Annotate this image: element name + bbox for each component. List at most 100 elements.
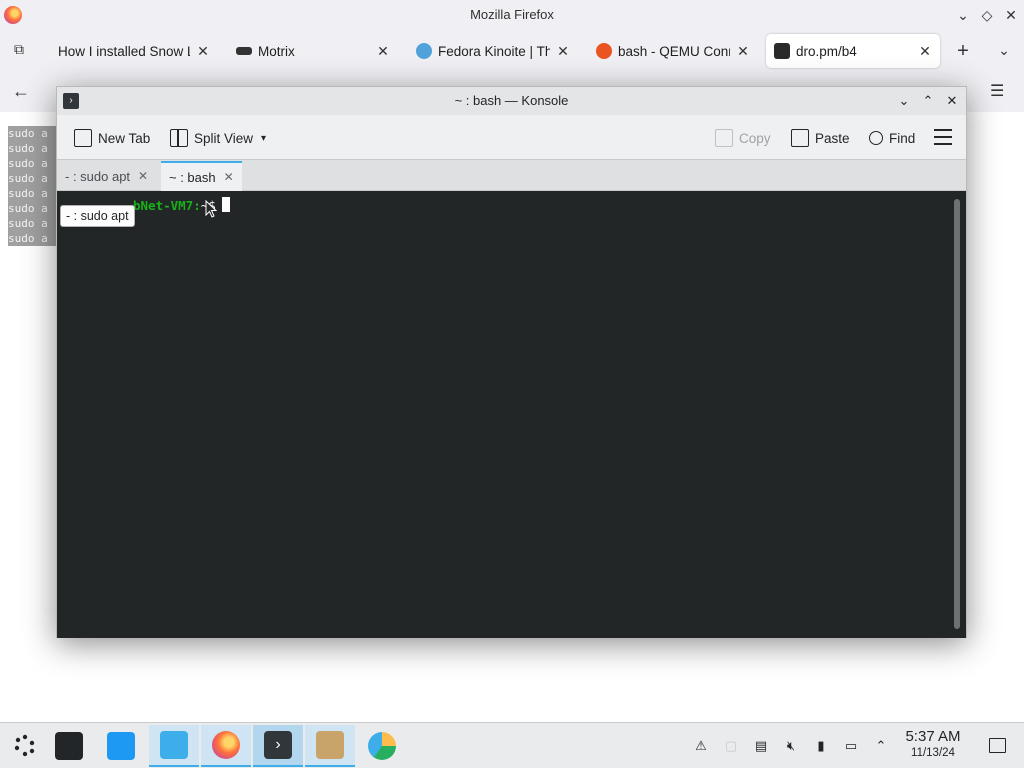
drop-icon [774, 43, 790, 59]
minimize-icon[interactable]: ⌄ [896, 87, 912, 115]
window-title: ~ : bash — Konsole [454, 93, 569, 108]
code-block: sudo a sudo a sudo a sudo a sudo a sudo … [8, 126, 56, 246]
copy-button[interactable]: Copy [715, 127, 771, 149]
browser-tab[interactable]: How I installed Snow L ✕ [50, 34, 218, 68]
konsole-tabbar: - : sudo apt ✕ ~ : bash ✕ [57, 159, 966, 191]
browser-tab[interactable]: Motrix ✕ [228, 34, 398, 68]
code-line: sudo a [8, 232, 48, 245]
tab-label: Motrix [258, 43, 295, 59]
task-dolphin[interactable] [149, 725, 199, 767]
close-tab-icon[interactable]: ✕ [196, 43, 210, 60]
task-ark[interactable] [305, 725, 355, 767]
close-tab-icon[interactable]: ✕ [918, 43, 932, 60]
close-icon[interactable]: ✕ [1004, 0, 1018, 30]
code-line: sudo a [8, 157, 48, 170]
task-filelight[interactable] [357, 725, 407, 767]
firefox-tabbar: ⧉ How I installed Snow L ✕ Motrix ✕ Fedo… [0, 30, 1024, 70]
maximize-icon[interactable]: ◇ [980, 0, 994, 30]
new-tab-button[interactable]: New Tab [74, 127, 150, 149]
clipboard-history-icon[interactable]: ▤ [753, 738, 769, 754]
terminal-tab-active[interactable]: ~ : bash ✕ [161, 161, 242, 191]
askubuntu-icon [596, 43, 612, 59]
app-launcher-button[interactable] [0, 725, 50, 767]
show-desktop-icon[interactable] [989, 738, 1006, 753]
back-icon[interactable]: ← [12, 81, 30, 102]
konsole-icon: › [63, 93, 79, 109]
chevron-up-icon[interactable]: ⌃ [873, 738, 889, 754]
clock-time: 5:37 AM [905, 728, 961, 745]
close-icon[interactable]: ✕ [944, 87, 960, 115]
chevron-down-icon[interactable]: ▾ [261, 133, 266, 144]
mouse-pointer-icon [205, 200, 217, 218]
digital-clock[interactable]: 5:37 AM 11/13/24 [898, 728, 968, 760]
minimize-icon[interactable]: ⌄ [956, 0, 970, 30]
maximize-icon[interactable]: ⌃ [920, 87, 936, 115]
hamburger-menu-icon[interactable] [934, 129, 952, 145]
volume-muted-icon[interactable]: 🔇︎ [783, 738, 799, 754]
tab-label: How I installed Snow L [58, 43, 190, 59]
task-system-settings[interactable] [44, 725, 94, 767]
notifications-icon[interactable]: ⚠ [693, 738, 709, 754]
split-view-button[interactable]: Split View ▾ [170, 127, 266, 149]
search-icon [869, 131, 883, 145]
chevron-down-icon[interactable]: ⌄ [994, 42, 1014, 59]
filelight-icon [368, 732, 396, 760]
new-tab-icon[interactable]: + [952, 41, 974, 61]
split-view-icon [170, 129, 188, 147]
konsole-icon: › [264, 731, 292, 759]
new-tab-label: New Tab [98, 130, 151, 146]
list-all-tabs-icon[interactable]: ⧉ [10, 41, 28, 59]
browser-tab-active[interactable]: dro.pm/b4 ✕ [766, 34, 940, 68]
clipboard-icon[interactable]: ▢ [723, 738, 739, 754]
task-discover[interactable] [96, 725, 146, 767]
terminal-tab-label: - : sudo apt [65, 168, 131, 184]
code-line: sudo a [8, 202, 48, 215]
browser-tab[interactable]: Fedora Kinoite | Th ✕ [408, 34, 578, 68]
copy-label: Copy [739, 130, 771, 146]
tab-tooltip: - : sudo apt [60, 205, 135, 227]
terminal-tab[interactable]: - : sudo apt ✕ [57, 161, 156, 191]
code-line: sudo a [8, 172, 48, 185]
clock-date: 11/13/24 [911, 747, 955, 759]
close-tab-icon[interactable]: ✕ [376, 43, 390, 60]
close-tab-icon[interactable]: ✕ [736, 43, 750, 60]
konsole-toolbar: New Tab Split View ▾ Copy Paste Find [57, 115, 966, 159]
task-konsole[interactable]: › [253, 725, 303, 767]
task-firefox[interactable] [201, 725, 251, 767]
close-tab-icon[interactable]: ✕ [224, 170, 234, 184]
paste-button[interactable]: Paste [791, 127, 850, 149]
copy-icon [715, 129, 733, 147]
prompt-host: bNet-VM7: [133, 198, 201, 213]
konsole-window: › ~ : bash — Konsole ⌄ ⌃ ✕ New Tab Split… [56, 86, 967, 638]
text-cursor [221, 197, 230, 212]
folder-icon [160, 731, 188, 759]
code-line: sudo a [8, 187, 48, 200]
launcher-icon [14, 734, 35, 757]
discover-icon [107, 732, 135, 760]
new-tab-icon [74, 129, 92, 147]
fedora-icon [416, 43, 432, 59]
tab-label: Fedora Kinoite | Th [438, 43, 550, 59]
firefox-titlebar: Mozilla Firefox ⌄ ◇ ✕ [0, 0, 1024, 30]
taskbar: › ⚠ ▢ ▤ 🔇︎ ▮ ▭ ⌃ 5:37 AM 11/13/24 [0, 722, 1024, 768]
firefox-icon [4, 6, 22, 24]
motrix-icon [236, 47, 252, 55]
terminal-tab-label: ~ : bash [169, 169, 216, 185]
close-tab-icon[interactable]: ✕ [138, 169, 148, 183]
browser-tab[interactable]: bash - QEMU Conn ✕ [588, 34, 758, 68]
close-tab-icon[interactable]: ✕ [556, 43, 570, 60]
paste-label: Paste [815, 130, 850, 146]
find-label: Find [889, 130, 916, 146]
package-icon [316, 731, 344, 759]
tab-label: dro.pm/b4 [796, 43, 857, 59]
find-button[interactable]: Find [869, 127, 915, 149]
menu-icon[interactable]: ☰ [990, 81, 1004, 101]
usb-device-icon[interactable]: ▮ [813, 738, 829, 754]
terminal-area[interactable]: bNet-VM7:~$ - : sudo apt [57, 191, 966, 638]
network-icon[interactable]: ▭ [843, 738, 859, 754]
tab-label: bash - QEMU Conn [618, 43, 730, 59]
scrollbar[interactable] [954, 199, 960, 629]
firefox-icon [212, 731, 240, 759]
konsole-titlebar[interactable]: › ~ : bash — Konsole ⌄ ⌃ ✕ [57, 87, 966, 115]
code-line: sudo a [8, 142, 48, 155]
